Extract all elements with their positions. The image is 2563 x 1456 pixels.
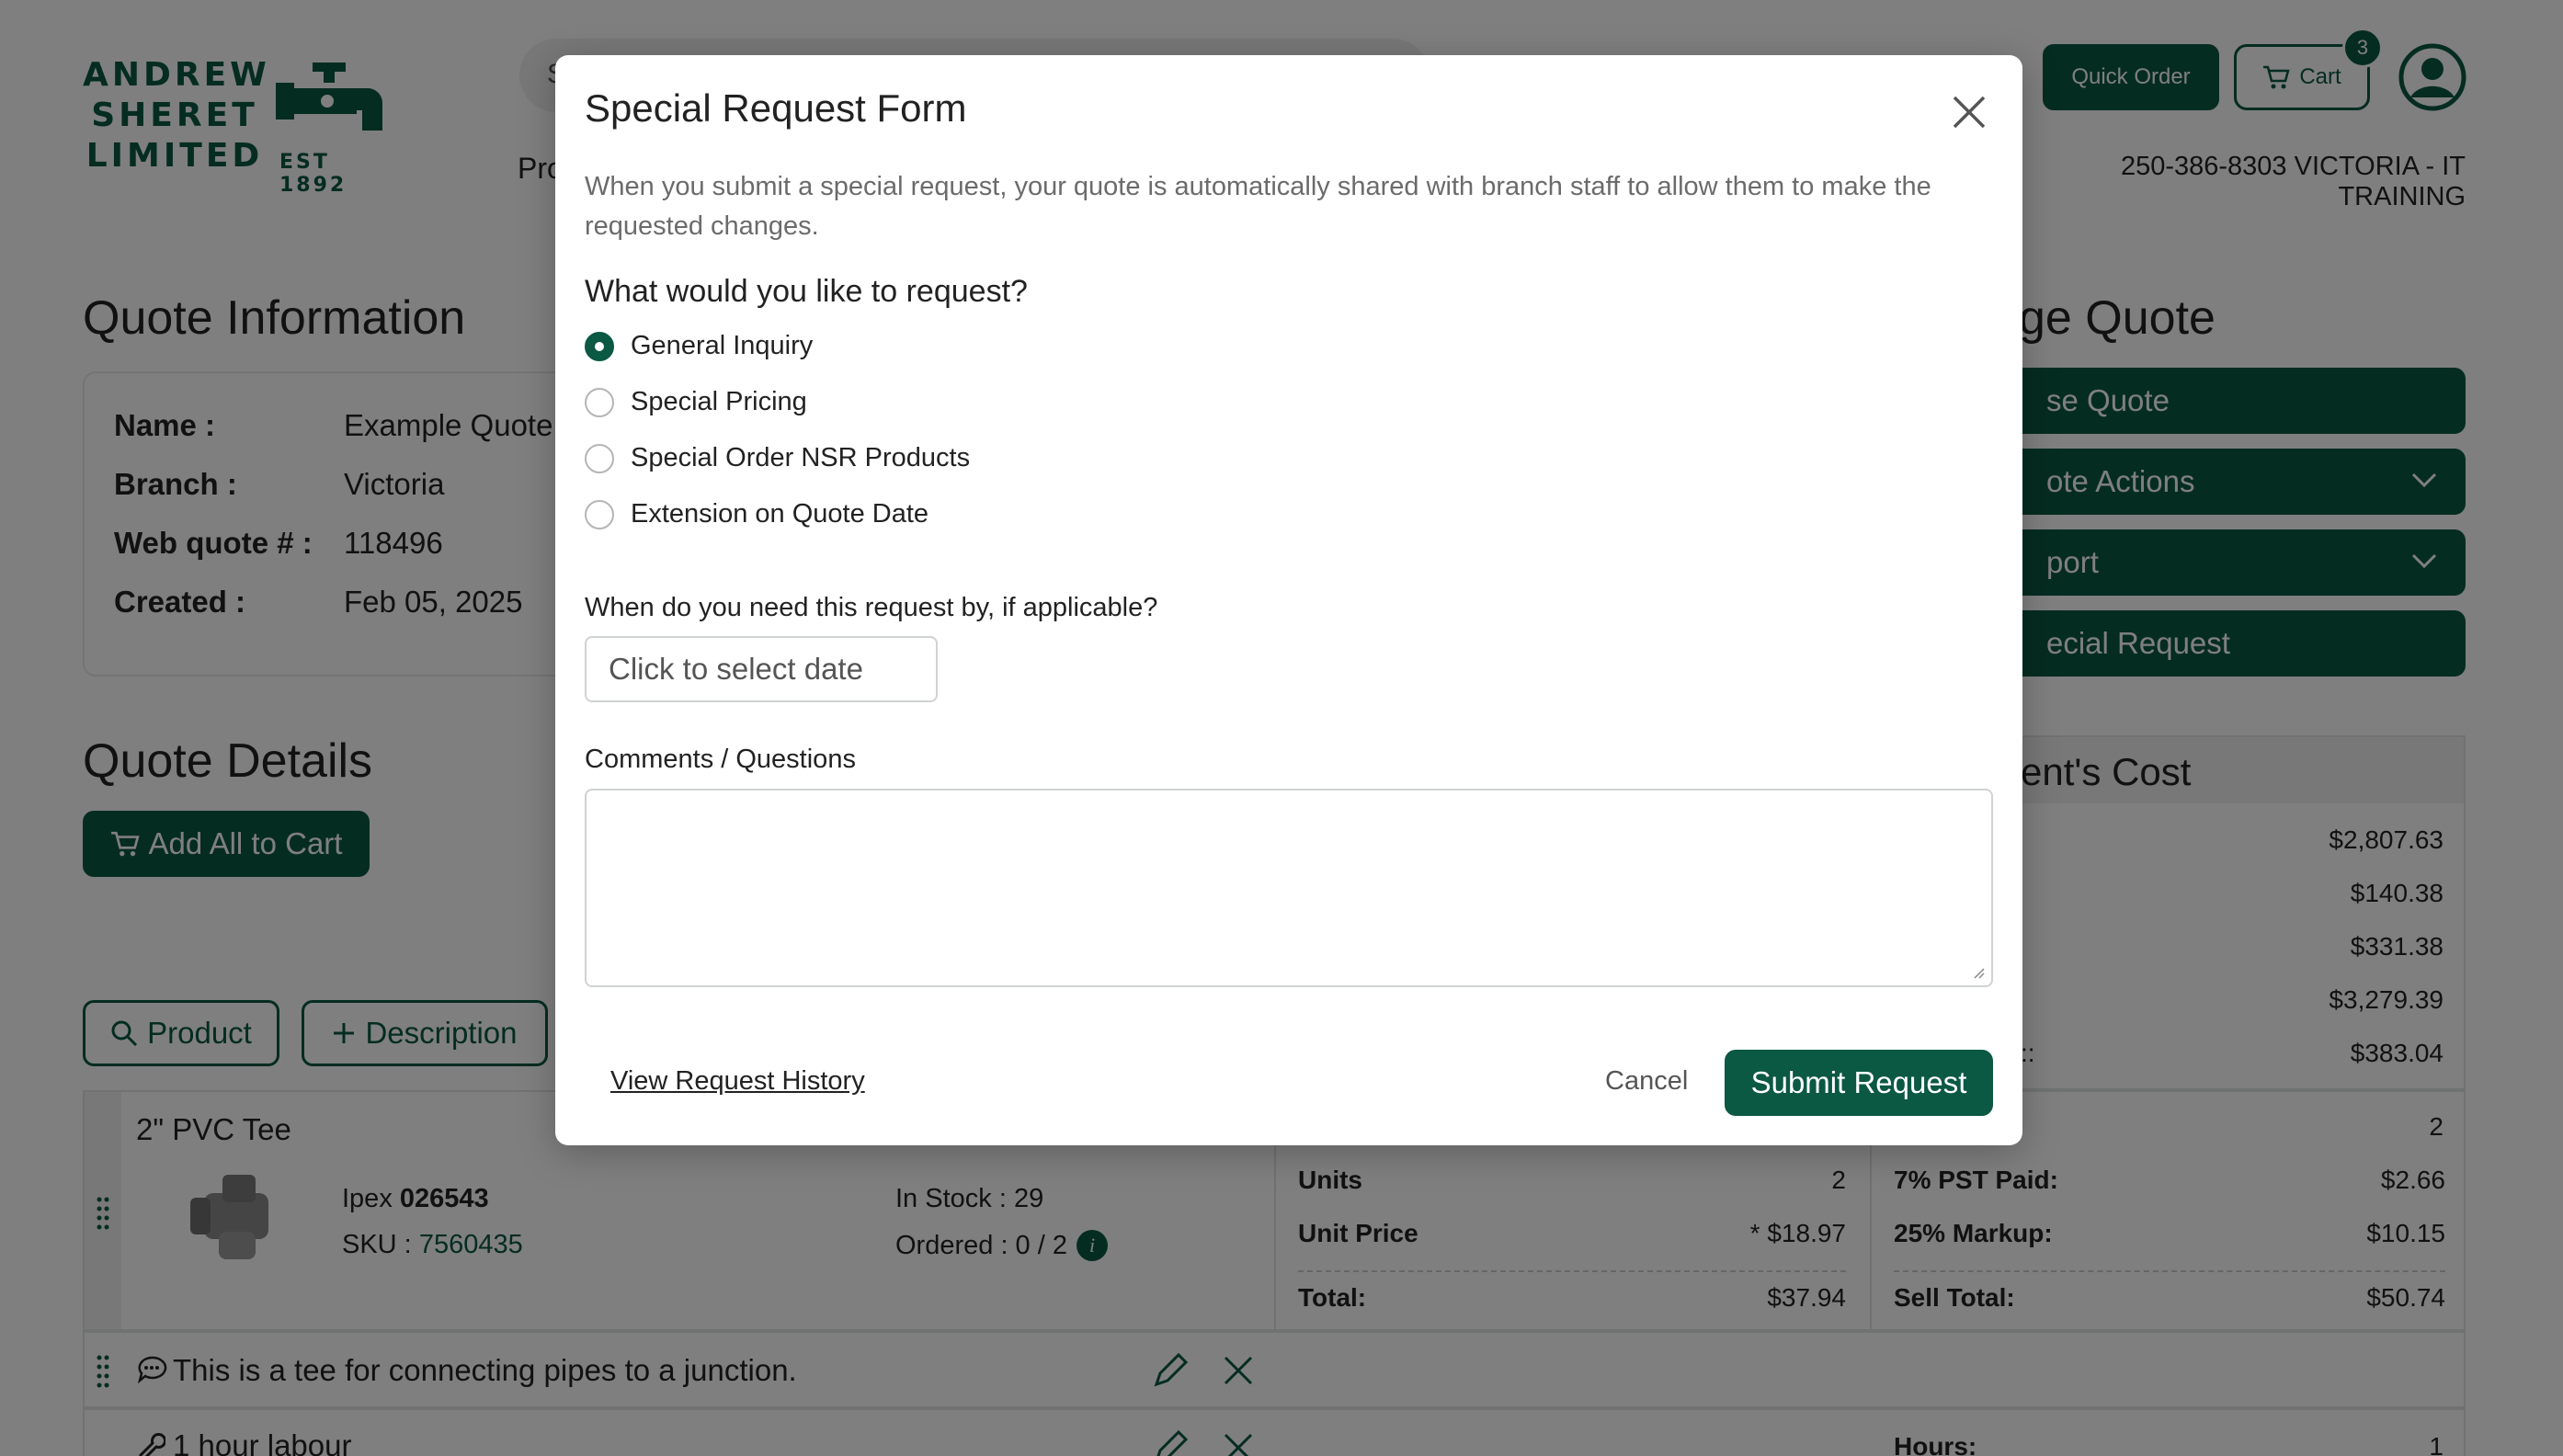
radio-indicator[interactable]: [585, 387, 614, 417]
radio-label: Extension on Quote Date: [631, 499, 929, 529]
radio-label: General Inquiry: [631, 331, 814, 360]
radio-special-order-nsr[interactable]: Special Order NSR Products: [585, 443, 970, 473]
comments-textarea[interactable]: [585, 789, 1993, 987]
date-label: When do you need this request by, if app…: [585, 593, 1158, 622]
close-icon[interactable]: [1943, 86, 1995, 138]
comments-label: Comments / Questions: [585, 745, 856, 774]
submit-request-button[interactable]: Submit Request: [1725, 1050, 1993, 1116]
page: ANDREW SHERET LIMITED EST 1892 S Pro Qui…: [0, 0, 2563, 1456]
radio-label: Special Pricing: [631, 387, 807, 416]
radio-indicator[interactable]: [585, 499, 614, 529]
radio-label: Special Order NSR Products: [631, 443, 971, 472]
special-request-modal: Special Request Form When you submit a s…: [555, 55, 2022, 1145]
cancel-button[interactable]: Cancel: [1605, 1066, 1688, 1097]
date-picker-input[interactable]: Click to select date: [585, 636, 938, 702]
resize-grip-icon[interactable]: [1971, 965, 1986, 980]
radio-special-pricing[interactable]: Special Pricing: [585, 387, 807, 417]
view-request-history-link[interactable]: View Request History: [610, 1066, 865, 1097]
radio-general-inquiry[interactable]: General Inquiry: [585, 331, 813, 361]
radio-extension-quote-date[interactable]: Extension on Quote Date: [585, 499, 928, 529]
modal-title: Special Request Form: [585, 86, 967, 130]
modal-description: When you submit a special request, your …: [585, 172, 1931, 241]
radio-indicator[interactable]: [585, 443, 614, 473]
request-type-question: What would you like to request?: [585, 274, 1028, 309]
radio-checked-indicator[interactable]: [585, 331, 614, 361]
